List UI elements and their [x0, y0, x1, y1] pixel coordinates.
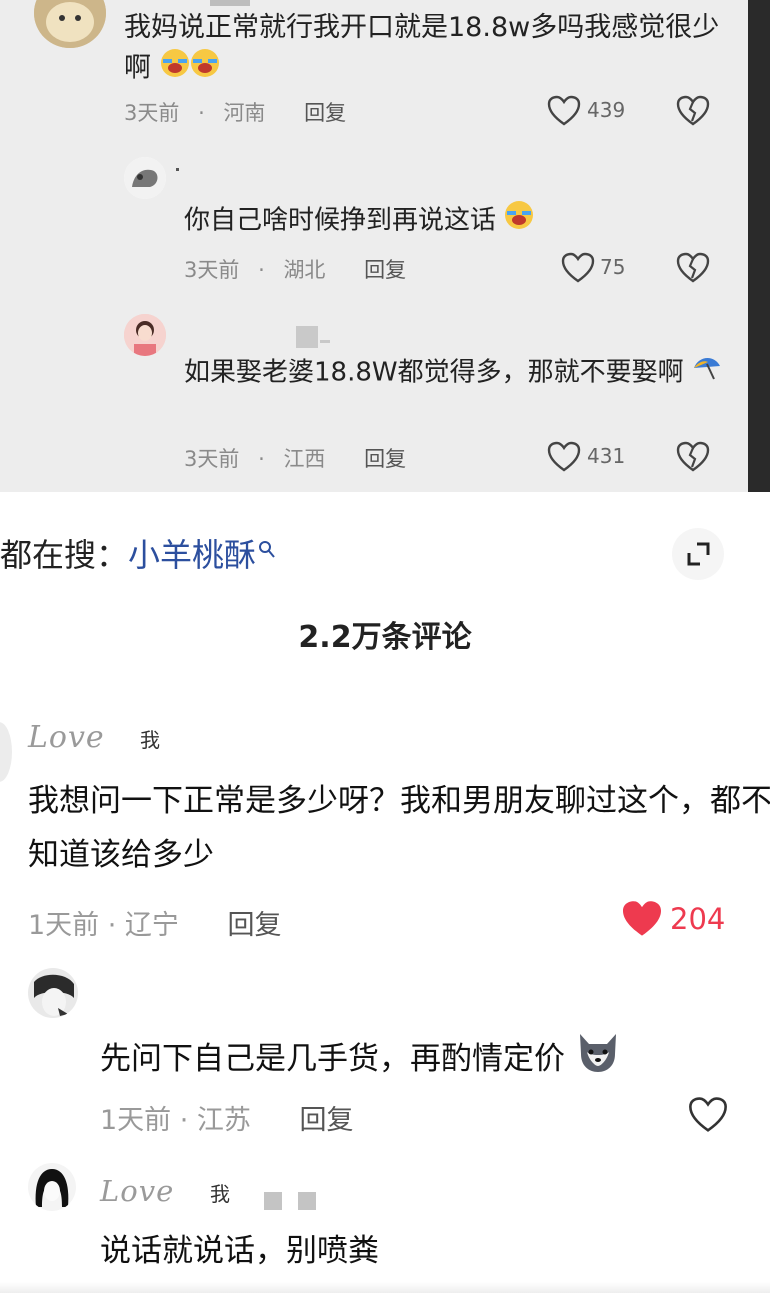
avatar[interactable] [124, 314, 166, 356]
username[interactable]: Love [100, 1174, 174, 1208]
like-count: 75 [600, 255, 626, 279]
comment-location: 湖北 [283, 258, 326, 282]
reply-button[interactable]: 回复 [364, 258, 406, 282]
dislike-broken-heart-icon[interactable] [676, 252, 710, 284]
username-placeholder [210, 0, 250, 6]
comment-time: 3天前 [184, 447, 240, 471]
avatar[interactable] [124, 157, 166, 199]
me-badge: 我 [140, 728, 160, 752]
comment-time-location: 1天前 · 江苏 [100, 1105, 251, 1136]
comment-text: 你自己啥时候挣到再说这话 [184, 200, 534, 242]
dislike-broken-heart-icon[interactable] [676, 95, 710, 127]
reply-button[interactable]: 回复 [364, 447, 406, 471]
username[interactable]: Love [28, 720, 105, 755]
search-suggestion[interactable]: 都在搜：小羊桃酥 [0, 530, 276, 576]
comment-meta: 1天前 · 江苏 回复 [100, 1098, 354, 1137]
search-icon [258, 530, 276, 568]
avatar[interactable] [28, 968, 78, 1018]
umbrella-emoji-icon [692, 352, 722, 394]
reply-button[interactable]: 回复 [228, 910, 282, 941]
username-placeholder [298, 1192, 316, 1210]
comment-meta: 1天前 · 辽宁 回复 [28, 903, 282, 942]
cry-laugh-emoji-icon [160, 48, 190, 90]
comment-meta: 3天前 · 河南 回复 [124, 101, 347, 125]
comment-time: 3天前 [124, 101, 180, 125]
like-count: 431 [587, 444, 626, 468]
username-placeholder [264, 1192, 282, 1210]
comment-location: 江西 [283, 447, 326, 471]
username-placeholder [296, 326, 318, 348]
expand-icon [687, 542, 710, 566]
dot [176, 168, 179, 171]
reply-button[interactable]: 回复 [304, 101, 346, 125]
cry-laugh-emoji-icon [190, 48, 220, 90]
comment-text: 先问下自己是几手货，再酌情定价 [100, 1030, 621, 1091]
like-heart-icon[interactable] [688, 1096, 728, 1138]
comment-text: 说话就说话，别喷粪 [100, 1233, 379, 1269]
avatar[interactable] [0, 722, 12, 782]
comment-meta: 3天前 · 江西 回复 [184, 447, 407, 471]
like-heart-icon[interactable] [547, 441, 581, 473]
comment-location: 河南 [223, 101, 266, 125]
comment-count: 2.2万条评论 [298, 620, 472, 655]
search-prefix: 都在搜： [0, 536, 129, 574]
like-heart-icon[interactable] [561, 252, 595, 284]
expand-button[interactable] [672, 528, 724, 580]
comment-text: 如果娶老婆18.8W都觉得多，那就不要娶啊 [184, 352, 724, 394]
like-count: 439 [587, 98, 626, 122]
username-placeholder [320, 340, 330, 343]
comment-time-location: 1天前 · 辽宁 [28, 910, 179, 941]
like-count: 204 [670, 902, 726, 936]
comment-meta: 3天前 · 湖北 回复 [184, 258, 407, 282]
comment-text: 我想问一下正常是多少呀？我和男朋友聊过这个，都不知道该给多少 [28, 783, 770, 873]
bottom-fade [0, 1282, 770, 1293]
avatar[interactable] [34, 0, 106, 48]
search-keyword[interactable]: 小羊桃酥 [128, 536, 256, 574]
like-heart-icon[interactable] [547, 95, 581, 127]
comment-time: 3天前 [184, 258, 240, 282]
me-badge: 我 [210, 1182, 230, 1206]
right-edge-bar [748, 0, 770, 492]
husky-dog-emoji-icon [575, 1030, 621, 1091]
dislike-broken-heart-icon[interactable] [676, 441, 710, 473]
cry-laugh-emoji-icon [504, 200, 534, 242]
avatar[interactable] [28, 1163, 76, 1211]
comment-text: 我妈说正常就行我开口就是18.8w多吗我感觉很少啊 [124, 8, 724, 90]
liked-heart-icon[interactable] [621, 900, 663, 942]
reply-button[interactable]: 回复 [300, 1105, 354, 1136]
embedded-comment-screenshot: 我妈说正常就行我开口就是18.8w多吗我感觉很少啊 3天前 · 河南 回复 43… [0, 0, 770, 492]
